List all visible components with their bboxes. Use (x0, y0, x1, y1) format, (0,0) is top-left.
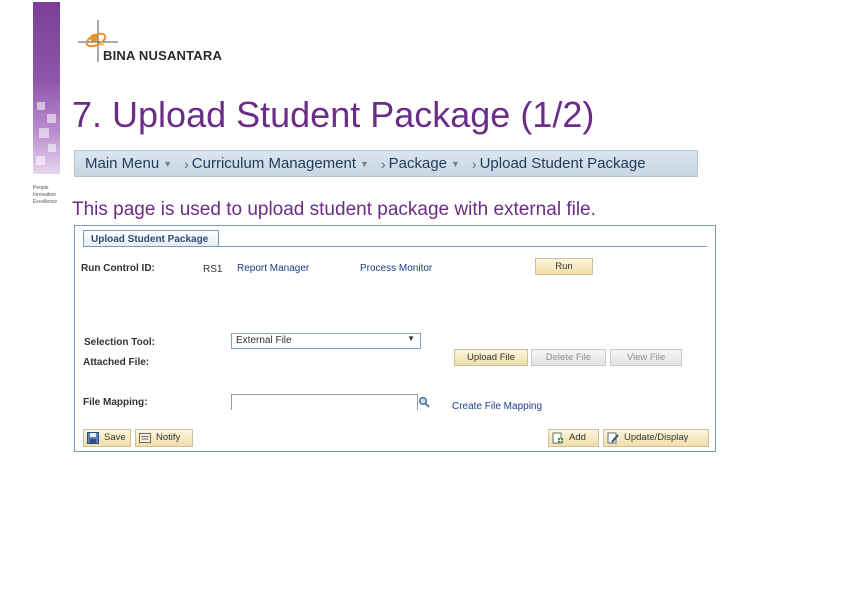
chevron-right-icon: › (184, 155, 189, 172)
run-control-value: RS1 (203, 264, 223, 275)
notify-label: Notify (156, 432, 181, 443)
update-display-label: Update/Display (624, 432, 689, 443)
page-title: 7. Upload Student Package (1/2) (72, 94, 595, 135)
caret-down-icon[interactable]: ▼ (451, 159, 460, 169)
selection-tool-label: Selection Tool: (84, 337, 155, 348)
caret-down-icon[interactable]: ▼ (360, 159, 369, 169)
save-disk-icon (87, 432, 99, 444)
chevron-right-icon: › (471, 155, 477, 172)
breadcrumb-main-menu[interactable]: Main Menu (85, 155, 159, 172)
upload-file-button[interactable]: Upload File (454, 349, 528, 366)
notify-icon (139, 433, 151, 443)
file-mapping-label: File Mapping: (83, 397, 148, 408)
add-icon (552, 432, 563, 444)
update-display-button[interactable]: Update/Display (603, 429, 709, 447)
breadcrumb-package[interactable]: Package (389, 155, 447, 172)
delete-file-button[interactable]: Delete File (531, 349, 606, 366)
report-manager-link[interactable]: Report Manager (237, 263, 309, 274)
breadcrumb: Main Menu ▼ › Curriculum Management ▼ › … (74, 150, 698, 177)
side-tagline: People Innovation Excellence (33, 185, 58, 205)
update-display-icon (607, 432, 619, 444)
view-file-button[interactable]: View File (610, 349, 682, 366)
side-decoration-bar (33, 2, 60, 174)
file-mapping-input[interactable] (231, 394, 418, 410)
save-button[interactable]: Save (83, 429, 131, 447)
save-label: Save (104, 432, 126, 443)
logo-text: BINA NUSANTARA (103, 48, 223, 63)
attached-file-label: Attached File: (83, 357, 150, 368)
selection-tool-select[interactable]: External File ▼ (231, 333, 421, 349)
create-file-mapping-link[interactable]: Create File Mapping (452, 401, 542, 412)
lookup-magnifier-icon[interactable] (418, 396, 430, 408)
process-monitor-link[interactable]: Process Monitor (360, 263, 432, 274)
caret-down-icon[interactable]: ▼ (163, 159, 172, 169)
dropdown-arrow-icon: ▼ (407, 334, 415, 343)
notify-button[interactable]: Notify (135, 429, 193, 447)
tab-divider (83, 246, 707, 247)
tab-upload-student-package[interactable]: Upload Student Package (83, 230, 219, 247)
selection-tool-value: External File (236, 335, 292, 346)
chevron-right-icon: › (380, 155, 386, 172)
page-description: This page is used to upload student pack… (72, 199, 596, 220)
breadcrumb-upload-student-package: Upload Student Package (479, 155, 646, 172)
run-button[interactable]: Run (535, 258, 593, 275)
upload-student-package-panel: Upload Student Package Run Control ID: R… (74, 225, 716, 452)
breadcrumb-curriculum-management[interactable]: Curriculum Management (192, 155, 356, 172)
run-control-label: Run Control ID: (81, 263, 155, 274)
add-button[interactable]: Add (548, 429, 599, 447)
add-label: Add (569, 432, 586, 443)
